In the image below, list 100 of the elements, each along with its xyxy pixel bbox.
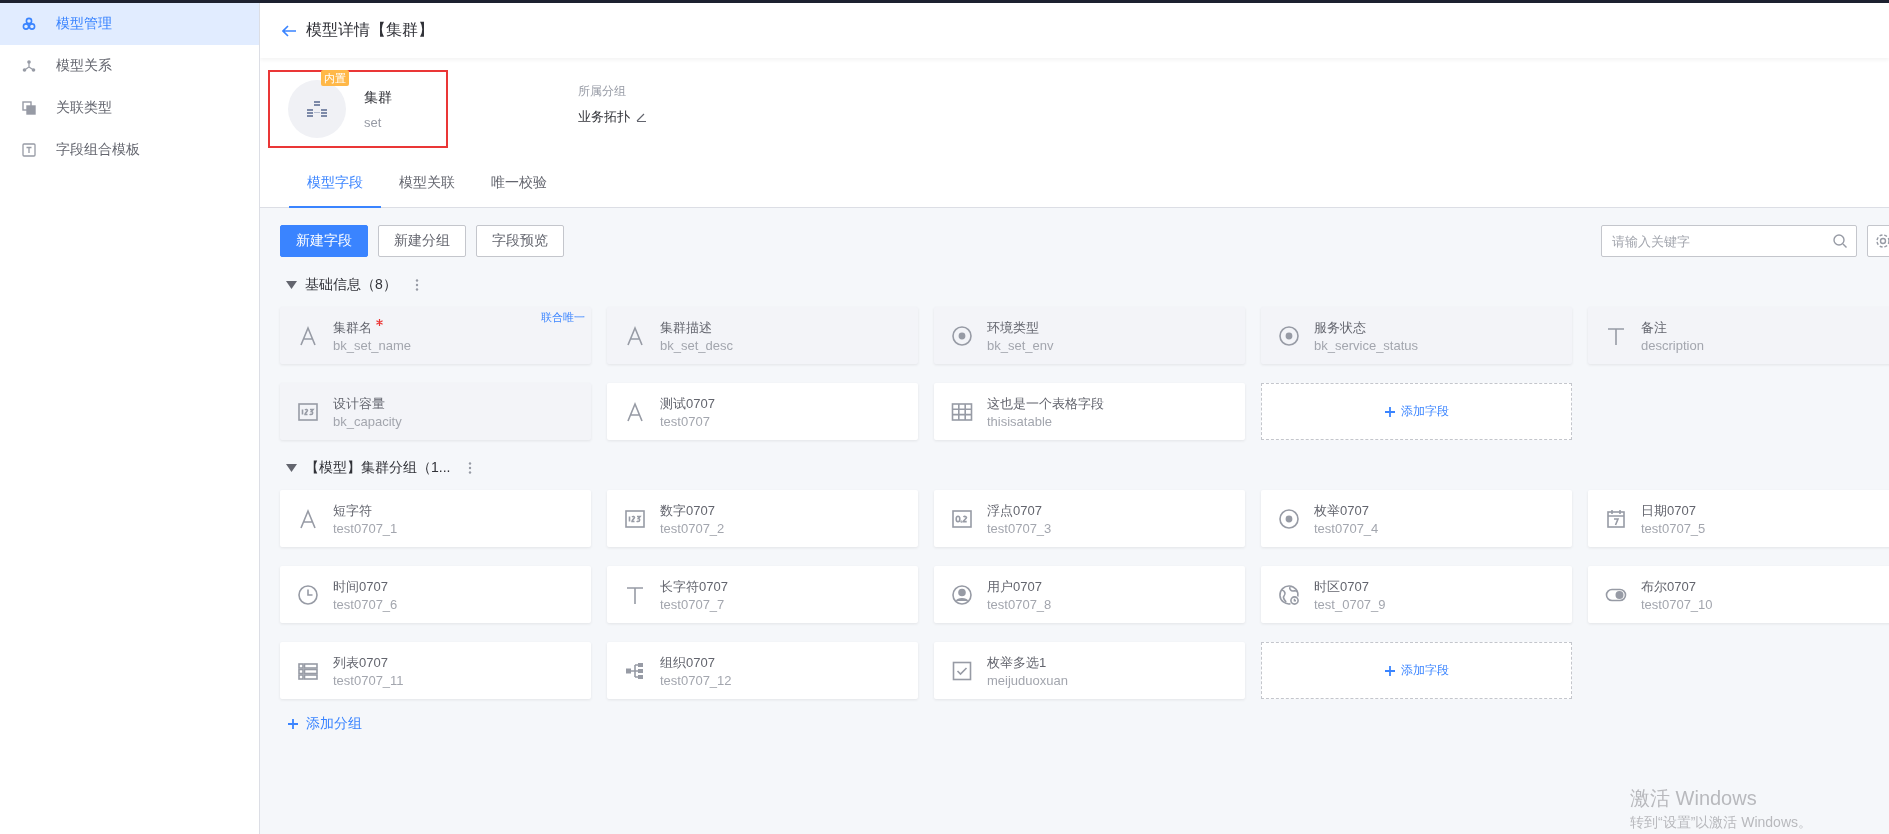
cubes-icon xyxy=(22,17,36,31)
tab[interactable]: 唯一校验 xyxy=(473,160,565,208)
letter-a-icon xyxy=(297,324,319,347)
field-id: test0707_8 xyxy=(987,596,1052,612)
sidebar-item[interactable]: 模型关系 xyxy=(0,45,259,87)
field-name: 组织0707 xyxy=(660,653,715,672)
field-card[interactable]: 数字0707 test0707_2 xyxy=(607,490,918,547)
field-id: bk_set_env xyxy=(987,337,1054,353)
field-card[interactable]: 长字符0707 test0707_7 xyxy=(607,566,918,623)
field-id: test0707_11 xyxy=(333,672,404,688)
plus-icon xyxy=(288,719,298,729)
add-field-button[interactable]: 添加字段 xyxy=(1261,642,1572,699)
sidebar-item[interactable]: 关联类型 xyxy=(0,87,259,129)
field-card[interactable]: 这也是一个表格字段 thisisatable xyxy=(934,383,1245,440)
field-id: test0707_10 xyxy=(1641,596,1713,612)
tab[interactable]: 模型关联 xyxy=(381,160,473,208)
add-group-link[interactable]: 添加分组 xyxy=(288,715,362,733)
group-value: 业务拓扑 xyxy=(578,107,630,126)
calendar-icon xyxy=(1605,507,1627,530)
field-card[interactable]: 服务状态 bk_service_status xyxy=(1261,307,1572,364)
field-id: test0707 xyxy=(660,413,711,429)
field-card[interactable]: 布尔0707 test0707_10 xyxy=(1588,566,1889,623)
field-id: test0707_5 xyxy=(1641,520,1706,536)
clock-icon xyxy=(297,583,319,606)
activation-text: 转到“设置”以激活 Windows。 xyxy=(1630,814,1812,832)
collapse-triangle-icon[interactable] xyxy=(286,464,297,472)
field-card[interactable]: 集群描述 bk_set_desc xyxy=(607,307,918,364)
field-card[interactable]: 集群名 bk_set_name 联合唯一 xyxy=(280,307,591,364)
field-card[interactable]: 列表0707 test0707_11 xyxy=(280,642,591,699)
checkbox-icon xyxy=(951,659,973,682)
field-name: 长字符0707 xyxy=(660,577,728,596)
collapse-triangle-icon[interactable] xyxy=(286,281,297,289)
radio-icon xyxy=(951,324,973,347)
radio-icon xyxy=(1278,324,1300,347)
field-card[interactable]: 日期0707 test0707_5 xyxy=(1588,490,1889,547)
field-card[interactable]: 环境类型 bk_set_env xyxy=(934,307,1245,364)
toolbar-button[interactable]: 字段预览 xyxy=(476,225,564,257)
field-card[interactable]: 测试0707 test0707 xyxy=(607,383,918,440)
builtin-badge: 内置 xyxy=(321,70,349,86)
field-name: 日期0707 xyxy=(1641,501,1696,520)
radio-icon xyxy=(1278,507,1300,530)
field-card[interactable]: 设计容量 bk_capacity xyxy=(280,383,591,440)
field-name: 测试0707 xyxy=(660,394,715,413)
field-card[interactable]: 枚举0707 test0707_4 xyxy=(1261,490,1572,547)
field-id: test_0707_9 xyxy=(1314,596,1386,612)
number-box-icon xyxy=(624,507,646,530)
field-card[interactable]: 组织0707 test0707_12 xyxy=(607,642,918,699)
number-box-icon xyxy=(297,400,319,423)
letter-a-icon xyxy=(297,507,319,530)
field-card[interactable]: 时区0707 test_0707_9 xyxy=(1261,566,1572,623)
field-name: 浮点0707 xyxy=(987,501,1042,520)
letter-a-icon xyxy=(624,324,646,347)
activation-title: 激活 Windows xyxy=(1630,786,1758,811)
search-icon xyxy=(1833,234,1847,248)
letter-a-icon xyxy=(624,400,646,423)
sidebar-item[interactable]: 字段组合模板 xyxy=(0,129,259,171)
field-card[interactable]: 用户0707 test0707_8 xyxy=(934,566,1245,623)
field-id: test0707_2 xyxy=(660,520,725,536)
edit-icon[interactable] xyxy=(636,111,646,122)
toolbar-button[interactable]: 新建分组 xyxy=(378,225,466,257)
field-name: 用户0707 xyxy=(987,577,1042,596)
more-options-icon[interactable] xyxy=(468,462,473,474)
group-label: 所属分组 xyxy=(578,82,627,100)
field-id: bk_set_name xyxy=(333,337,412,353)
add-field-button[interactable]: 添加字段 xyxy=(1261,383,1572,440)
settings-icon xyxy=(1875,233,1889,249)
table-icon xyxy=(951,400,973,423)
field-name: 时间0707 xyxy=(333,577,388,596)
plus-icon xyxy=(1384,406,1395,417)
field-id: meijuduoxuan xyxy=(987,672,1068,688)
field-id: description xyxy=(1641,337,1704,353)
field-card[interactable]: 浮点0707 test0707_3 xyxy=(934,490,1245,547)
field-name: 设计容量 xyxy=(333,394,385,413)
user-icon xyxy=(951,583,973,606)
field-card[interactable]: 短字符 test0707_1 xyxy=(280,490,591,547)
cluster-icon xyxy=(307,101,327,117)
field-id: test0707_7 xyxy=(660,596,726,612)
model-id: set xyxy=(364,114,383,130)
back-arrow-icon[interactable] xyxy=(282,24,296,37)
field-name: 备注 xyxy=(1641,318,1667,337)
field-id: test0707_3 xyxy=(987,520,1052,536)
more-options-icon[interactable] xyxy=(414,279,419,291)
decimal-box-icon xyxy=(951,507,973,530)
field-name: 环境类型 xyxy=(987,318,1039,337)
globe-clock-icon xyxy=(1278,583,1300,606)
field-id: test0707_6 xyxy=(333,596,398,612)
field-name: 布尔0707 xyxy=(1641,577,1696,596)
primary-button[interactable]: 新建字段 xyxy=(280,225,368,257)
field-id: test0707_12 xyxy=(660,672,732,688)
group-title: 【模型】集群分组（1... xyxy=(305,459,451,477)
field-card[interactable]: 备注 description xyxy=(1588,307,1889,364)
field-card[interactable]: 枚举多选1 meijuduoxuan xyxy=(934,642,1245,699)
field-id: test0707_1 xyxy=(333,520,398,536)
field-name: 集群名 xyxy=(333,318,372,337)
search-field[interactable]: 请输入关键字 xyxy=(1601,225,1857,257)
field-card[interactable]: 时间0707 test0707_6 xyxy=(280,566,591,623)
field-name: 服务状态 xyxy=(1314,318,1366,337)
template-icon xyxy=(22,143,36,157)
field-id: bk_set_desc xyxy=(660,337,733,353)
field-name: 枚举多选1 xyxy=(987,653,1047,672)
